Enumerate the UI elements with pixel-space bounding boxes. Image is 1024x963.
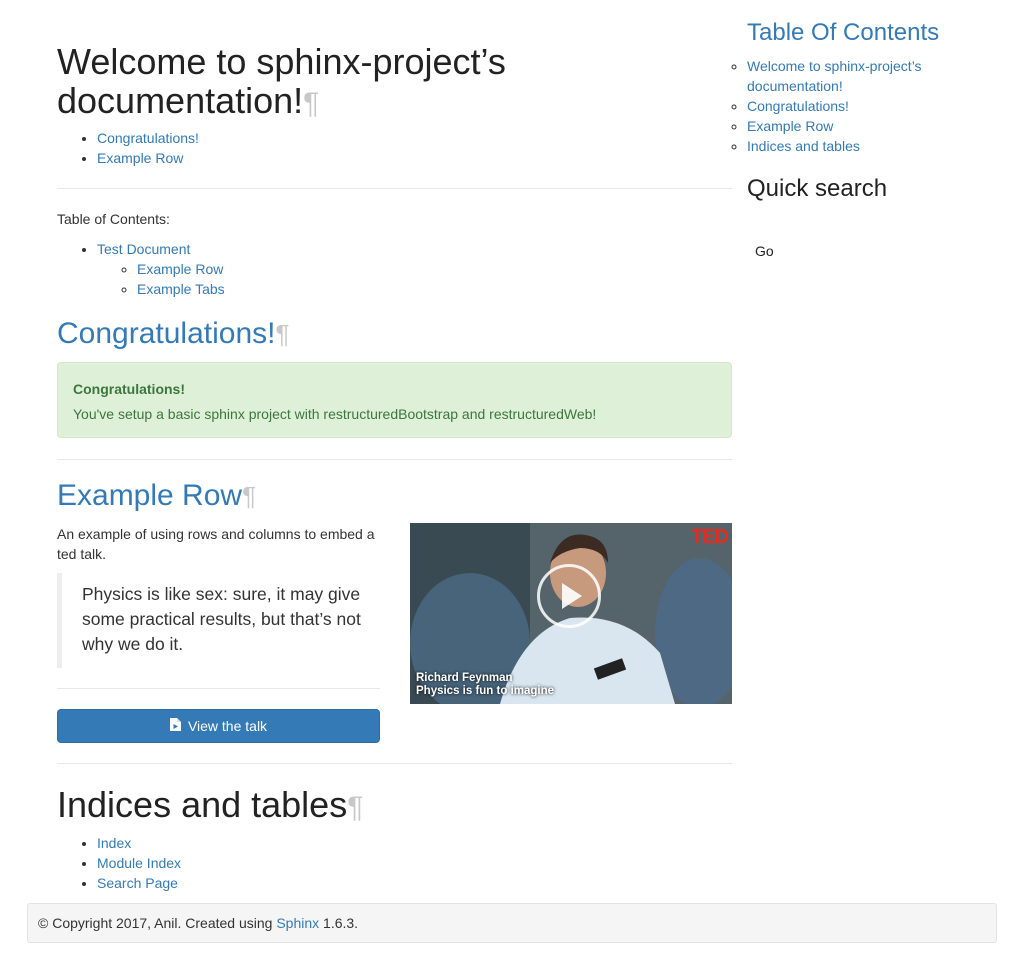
headerlink[interactable]: ¶ xyxy=(242,481,256,511)
link-module-index[interactable]: Module Index xyxy=(97,855,181,871)
toc-link-test-document[interactable]: Test Document xyxy=(97,241,190,257)
success-alert: Congratulations! You've setup a basic sp… xyxy=(57,362,732,438)
alert-body: You've setup a basic sphinx project with… xyxy=(73,406,597,422)
divider xyxy=(57,688,380,689)
view-talk-label: View the talk xyxy=(187,718,268,734)
list-item: Example Tabs xyxy=(137,279,225,299)
list-item: Search Page xyxy=(97,873,181,893)
quick-search-heading: Quick search xyxy=(747,175,888,202)
sidebar-toc-heading-link[interactable]: Table Of Contents xyxy=(747,19,939,46)
page-title-text: Welcome to sphinx-project’s documentatio… xyxy=(57,41,506,121)
sidebar-toc-list: Welcome to sphinx-project’s documentatio… xyxy=(707,56,977,156)
toc-sublist: Example Row Example Tabs xyxy=(97,259,225,299)
sidebar-link-congratulations[interactable]: Congratulations! xyxy=(747,98,849,114)
top-links: Congratulations! Example Row xyxy=(57,128,199,168)
search-go-button[interactable]: Go xyxy=(755,243,774,259)
divider xyxy=(57,763,732,764)
talk-title: Physics is fun to imagine xyxy=(416,685,555,697)
sidebar-link-welcome[interactable]: Welcome to sphinx-project’s documentatio… xyxy=(747,58,922,94)
list-item: Index xyxy=(97,833,181,853)
sidebar-toc-heading: Table Of Contents xyxy=(747,19,939,47)
divider xyxy=(57,459,732,460)
alert-title: Congratulations! xyxy=(73,381,185,397)
link-search-page[interactable]: Search Page xyxy=(97,875,178,891)
footer: © Copyright 2017, Anil. Created using Sp… xyxy=(27,903,997,943)
divider xyxy=(57,188,732,189)
play-icon[interactable] xyxy=(537,564,601,628)
page-title: Welcome to sphinx-project’s documentatio… xyxy=(57,42,617,121)
congrats-heading: Congratulations!¶ xyxy=(57,317,289,351)
list-item: Welcome to sphinx-project’s documentatio… xyxy=(747,56,977,96)
example-row-heading: Example Row¶ xyxy=(57,479,256,513)
blockquote: Physics is like sex: sure, it may give s… xyxy=(57,573,379,668)
list-item: Congratulations! xyxy=(97,128,199,148)
footer-copyright: © Copyright 2017, Anil. Created using xyxy=(38,915,277,931)
sidebar-link-example-row[interactable]: Example Row xyxy=(747,118,833,134)
list-item: Test Document Example Row Example Tabs xyxy=(97,239,225,299)
footer-version: 1.6.3. xyxy=(319,915,359,931)
example-row-intro: An example of using rows and columns to … xyxy=(57,526,375,562)
link-index[interactable]: Index xyxy=(97,835,131,851)
link-congratulations[interactable]: Congratulations! xyxy=(97,130,199,146)
indices-heading: Indices and tables¶ xyxy=(57,785,363,825)
headerlink[interactable]: ¶ xyxy=(347,791,363,824)
speaker-name: Richard Feynman xyxy=(416,672,513,684)
headerlink[interactable]: ¶ xyxy=(275,319,289,349)
indices-list: Index Module Index Search Page xyxy=(57,833,181,893)
toc-label: Table of Contents: xyxy=(57,211,170,227)
congrats-heading-link[interactable]: Congratulations! xyxy=(57,317,275,350)
list-item: Example Row xyxy=(747,116,977,136)
video-caption: Richard Feynman Physics is fun to imagin… xyxy=(416,672,554,698)
indices-heading-text: Indices and tables xyxy=(57,784,348,825)
toc-link-example-tabs[interactable]: Example Tabs xyxy=(137,281,225,297)
link-example-row[interactable]: Example Row xyxy=(97,150,183,166)
list-item: Congratulations! xyxy=(747,96,977,116)
toc-link-example-row[interactable]: Example Row xyxy=(137,261,223,277)
toc-list: Test Document Example Row Example Tabs xyxy=(57,239,225,299)
sidebar-link-indices[interactable]: Indices and tables xyxy=(747,138,860,154)
view-talk-button[interactable]: View the talk xyxy=(57,709,380,743)
footer-sphinx-link[interactable]: Sphinx xyxy=(276,915,319,931)
headerlink[interactable]: ¶ xyxy=(303,87,319,120)
list-item: Indices and tables xyxy=(747,136,977,156)
list-item: Example Row xyxy=(97,148,199,168)
file-video-icon xyxy=(169,718,181,734)
ted-logo: TED xyxy=(691,526,729,548)
example-row-heading-link[interactable]: Example Row xyxy=(57,479,242,512)
ted-video-embed[interactable]: TED Richard Feynman Physics is fun to im… xyxy=(410,523,732,704)
list-item: Module Index xyxy=(97,853,181,873)
list-item: Example Row xyxy=(137,259,225,279)
